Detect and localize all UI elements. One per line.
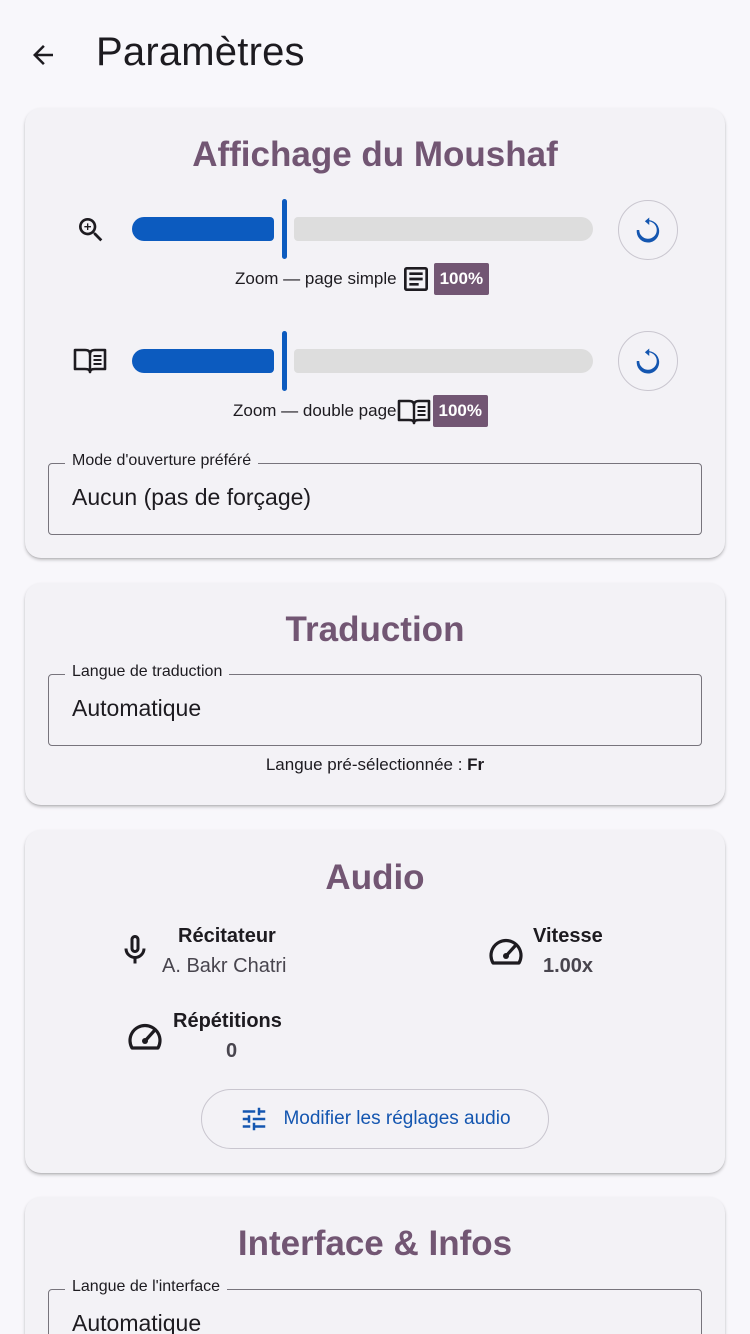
app-bar: Paramètres [0, 0, 750, 108]
preselected-language-prefix: Langue pré-sélectionnée : [265, 755, 468, 774]
zoom-single-caption: Zoom — page simple 100% [235, 263, 490, 295]
book-icon [72, 344, 108, 376]
open-mode-value: Aucun (pas de forçage) [72, 484, 312, 510]
open-mode-select[interactable]: Mode d'ouverture préféré Aucun (pas de f… [48, 452, 702, 535]
edit-audio-settings-button[interactable]: Modifier les réglages audio [201, 1089, 549, 1149]
interface-language-label: Langue de l'interface [65, 1278, 228, 1296]
zoom-single-thumb[interactable] [281, 199, 287, 259]
moushaf-card-title: Affichage du Moushaf [192, 135, 558, 174]
translation-card: Traduction Langue de traduction Automati… [25, 583, 725, 805]
zoom-double-caption-text: Zoom — double page [233, 401, 397, 420]
microphone-icon [124, 935, 146, 964]
interface-card-title: Interface & Infos [237, 1224, 513, 1263]
reset-zoom-single-button[interactable] [618, 200, 678, 260]
zoom-single-caption-text: Zoom — page simple [235, 269, 397, 288]
zoom-in-icon [73, 212, 109, 248]
back-button[interactable] [22, 34, 64, 76]
interface-language-select[interactable]: Langue de l'interface Automatique [48, 1278, 702, 1334]
audio-card: Audio Récitateur A. Bakr Chatri Vitesse … [25, 830, 725, 1173]
arrow-back-icon [33, 45, 53, 65]
speedometer-icon [489, 938, 523, 965]
open-mode-label: Mode d'ouverture préféré [65, 452, 259, 470]
reciter-label: Récitateur [178, 925, 276, 947]
speed-value: 1.00x [543, 955, 594, 977]
reset-icon [636, 348, 660, 374]
audio-card-title: Audio [325, 858, 425, 897]
interface-language-value: Automatique [72, 1310, 202, 1334]
translation-language-label: Langue de traduction [65, 663, 230, 681]
book-icon [397, 399, 430, 425]
zoom-single-track-fill [132, 217, 275, 241]
speedometer-icon [128, 1023, 162, 1050]
repetitions-label: Répétitions [173, 1010, 282, 1032]
speed-label: Vitesse [533, 925, 603, 947]
interface-card: Interface & Infos Langue de l'interface … [25, 1197, 725, 1334]
zoom-double-caption: Zoom — double page 100% [233, 395, 488, 427]
zoom-single-track-rest [294, 217, 593, 241]
reciter-value: A. Bakr Chatri [162, 955, 287, 977]
reset-icon [636, 217, 660, 243]
zoom-double-track-rest [294, 349, 593, 373]
translation-language-select[interactable]: Langue de traduction Automatique [48, 663, 702, 746]
translation-language-value: Automatique [72, 695, 202, 721]
preselected-language-value: Fr [467, 755, 485, 774]
zoom-double-track-fill [132, 349, 275, 373]
zoom-single-value-badge: 100% [433, 263, 490, 295]
page-title: Paramètres [96, 30, 305, 74]
translation-card-title: Traduction [285, 610, 465, 649]
article-icon [403, 267, 428, 291]
repetitions-value: 0 [226, 1040, 238, 1062]
zoom-double-thumb[interactable] [281, 331, 287, 391]
tune-icon [243, 1107, 266, 1131]
reset-zoom-double-button[interactable] [618, 331, 678, 391]
edit-audio-settings-label: Modifier les réglages audio [283, 1108, 511, 1129]
zoom-double-value-badge: 100% [432, 395, 488, 427]
preselected-language-helper: Langue pré-sélectionnée : Fr [25, 755, 725, 775]
moushaf-card: Affichage du Moushaf Zoom — page simple … [25, 108, 725, 558]
